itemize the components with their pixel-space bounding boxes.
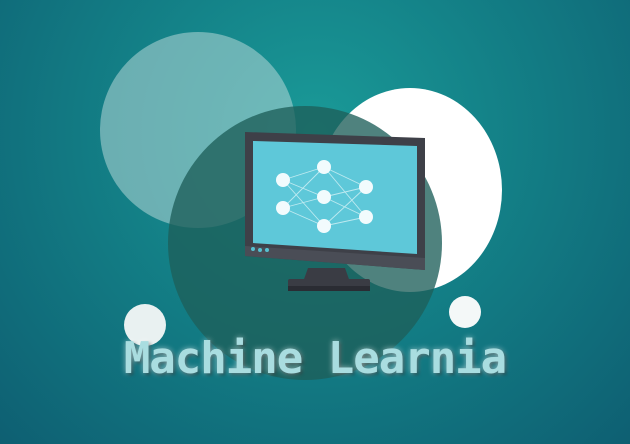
monitor-screen [253, 141, 417, 254]
banner: Machine Learnia [0, 0, 630, 444]
page-title: Machine Learnia [123, 333, 507, 384]
